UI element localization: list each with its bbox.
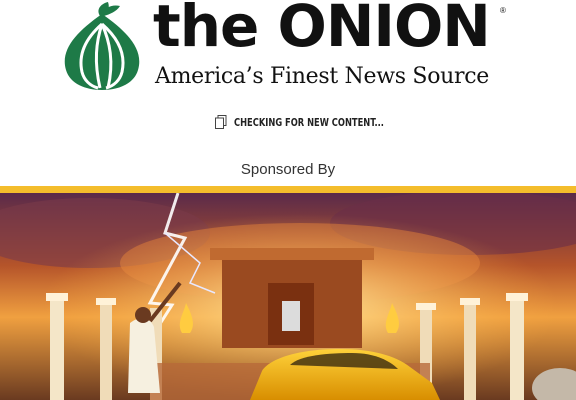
content-status: CHECKING FOR NEW CONTENT... bbox=[215, 114, 384, 132]
sponsored-by-label: Sponsored By bbox=[240, 161, 336, 178]
status-text: CHECKING FOR NEW CONTENT... bbox=[234, 117, 384, 129]
brand-wordmark[interactable]: the ONION bbox=[153, 0, 513, 56]
registered-mark: ® bbox=[500, 6, 506, 15]
brand-tagline: America’s Finest News Source bbox=[155, 64, 489, 89]
sponsor-divider bbox=[0, 186, 576, 193]
site-header: the ONION ® America’s Finest News Source bbox=[0, 0, 576, 100]
sponsor-ad-image[interactable] bbox=[0, 193, 576, 400]
onion-icon[interactable] bbox=[56, 2, 148, 92]
document-icon bbox=[215, 115, 227, 129]
